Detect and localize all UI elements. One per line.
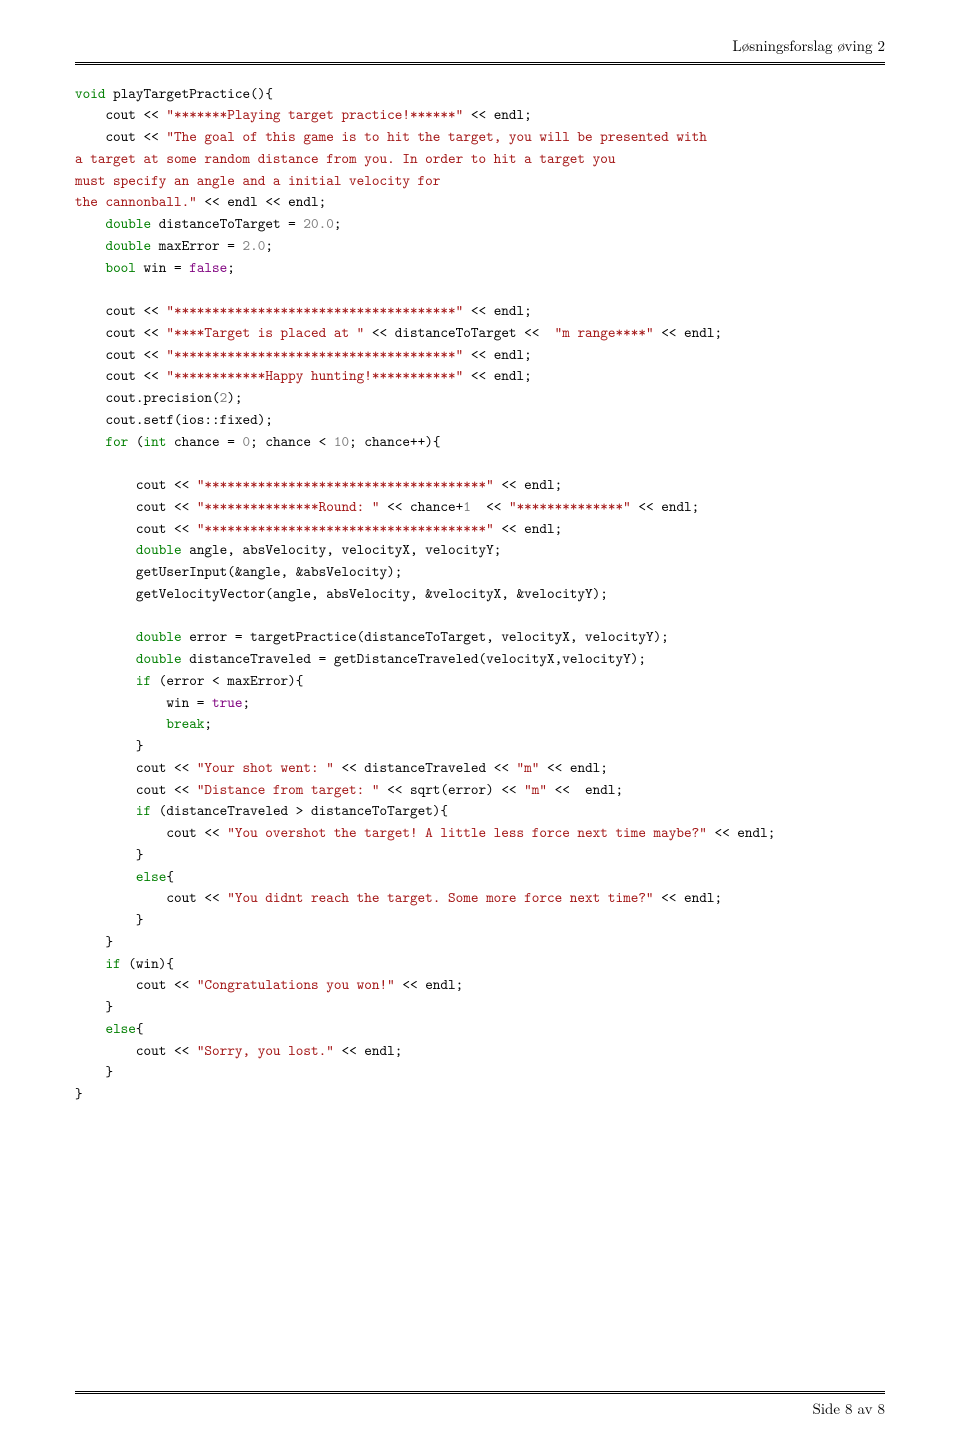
string: "*************************************" <box>166 300 463 320</box>
endl: << endl; <box>463 300 532 320</box>
page-footer: Side 8 av 8 <box>75 1391 885 1421</box>
string: "****Target is placed at " <box>166 322 364 342</box>
endl: << endl; <box>463 344 532 364</box>
string: "*******Playing target practice!******" <box>166 104 463 124</box>
number: 0 <box>243 431 251 451</box>
keyword-else: else <box>136 866 166 886</box>
endl: << endl; <box>654 887 723 907</box>
endl: << endl; <box>463 365 532 385</box>
code-block: void playTargetPractice(){ cout << "****… <box>75 83 885 1105</box>
string: "Sorry, you lost." <box>197 1040 334 1060</box>
string: "************Happy hunting!***********" <box>166 365 463 385</box>
endl: << endl; <box>463 104 532 124</box>
keyword-if: if <box>105 953 120 973</box>
string: "The goal of this game is to hit the tar… <box>166 126 706 146</box>
func-name: playTargetPractice <box>113 83 250 103</box>
string: "m range****" <box>555 322 654 342</box>
endl: << endl; <box>707 822 776 842</box>
header-title: Løsningsforslag øving 2 <box>732 35 885 56</box>
keyword-for: for <box>105 431 128 451</box>
type-int: int <box>144 431 167 451</box>
type-double: double <box>136 626 182 646</box>
string: a target at some random distance from yo… <box>75 148 615 168</box>
endl: << endl; <box>334 1040 403 1060</box>
keyword-if: if <box>136 670 151 690</box>
string: must specify an angle and a initial velo… <box>75 170 440 190</box>
type-double: double <box>105 213 151 233</box>
string: "**************" <box>509 496 631 516</box>
endl: << endl; <box>631 496 700 516</box>
string: "*************************************" <box>197 518 494 538</box>
keyword-if: if <box>136 800 151 820</box>
type-double: double <box>136 648 182 668</box>
string: "*************************************" <box>166 344 463 364</box>
string: "You overshot the target! A little less … <box>227 822 707 842</box>
string: the cannonball." <box>75 191 197 211</box>
string: "Your shot went: " <box>197 757 334 777</box>
type-bool: bool <box>105 257 135 277</box>
endl: << endl; <box>395 974 464 994</box>
string: "m" <box>517 757 540 777</box>
number: 1 <box>463 496 471 516</box>
string: "*************************************" <box>197 474 494 494</box>
number: 2 <box>220 387 228 407</box>
type-double: double <box>136 539 182 559</box>
string: "***************Round: " <box>197 496 380 516</box>
bool-true: true <box>212 692 242 712</box>
keyword-break: break <box>166 713 204 733</box>
bool-false: false <box>189 257 227 277</box>
keyword-else: else <box>105 1018 135 1038</box>
string: "m" <box>524 779 547 799</box>
keyword-void: void <box>75 83 105 103</box>
endl: << endl; <box>654 322 723 342</box>
string: "Distance from target: " <box>197 779 380 799</box>
number: 2.0 <box>243 235 266 255</box>
endl: << endl; <box>539 757 608 777</box>
string: "You didnt reach the target. Some more f… <box>227 887 653 907</box>
number: 20.0 <box>303 213 333 233</box>
footer-page: Side 8 av 8 <box>813 1398 886 1419</box>
string: "Congratulations you won!" <box>197 974 395 994</box>
endl: << endl; <box>494 518 563 538</box>
endl: << endl; <box>494 474 563 494</box>
type-double: double <box>105 235 151 255</box>
page-header: Løsningsforslag øving 2 <box>75 35 885 65</box>
number: 10 <box>334 431 349 451</box>
